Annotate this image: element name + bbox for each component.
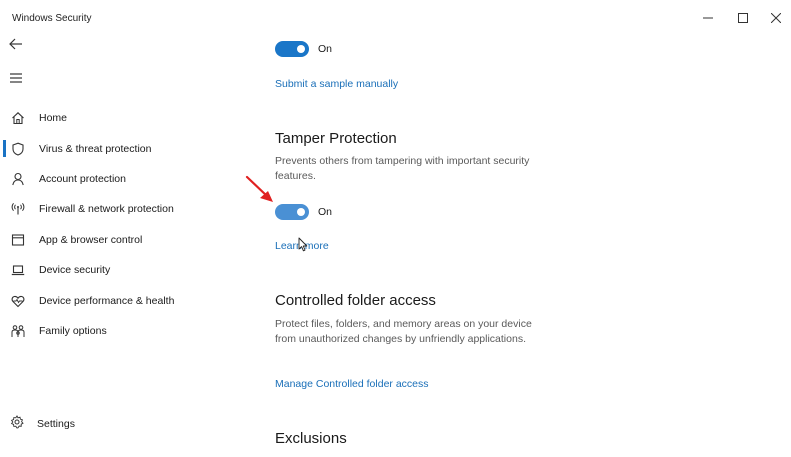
sidebar-item-virus-threat-protection[interactable]: Virus & threat protection bbox=[0, 133, 250, 163]
annotation-arrow bbox=[238, 172, 274, 211]
sidebar-nav: Home Virus & threat protection Account p… bbox=[0, 103, 250, 346]
sidebar-item-account-protection[interactable]: Account protection bbox=[0, 164, 250, 194]
sidebar-item-label: Home bbox=[39, 112, 68, 125]
sidebar-item-firewall[interactable]: Firewall & network protection bbox=[0, 194, 250, 224]
tamper-protection-title: Tamper Protection bbox=[275, 130, 397, 147]
sidebar-item-label: Device performance & health bbox=[39, 294, 175, 307]
main-content: On Submit a sample manually Tamper Prote… bbox=[275, 0, 775, 457]
sidebar-item-label: Device security bbox=[39, 264, 111, 277]
sample-submission-toggle-row: On bbox=[275, 41, 332, 57]
manage-controlled-folder-access-link[interactable]: Manage Controlled folder access bbox=[275, 378, 429, 390]
tamper-protection-toggle-row: On bbox=[275, 204, 332, 220]
laptop-icon bbox=[10, 262, 26, 278]
sidebar-item-settings[interactable]: Settings bbox=[0, 409, 250, 439]
menu-button[interactable] bbox=[8, 70, 28, 90]
toggle-state-label: On bbox=[318, 43, 333, 55]
submit-sample-link[interactable]: Submit a sample manually bbox=[275, 78, 398, 90]
tamper-protection-description: Prevents others from tampering with impo… bbox=[275, 155, 530, 182]
toggle-state-label: On bbox=[318, 206, 333, 218]
shield-icon bbox=[10, 141, 26, 157]
sidebar-item-home[interactable]: Home bbox=[0, 103, 250, 133]
tamper-protection-toggle[interactable] bbox=[275, 204, 309, 220]
family-icon bbox=[10, 323, 26, 339]
sidebar-item-label: Settings bbox=[37, 418, 75, 430]
person-icon bbox=[10, 171, 26, 187]
wifi-antenna-icon bbox=[10, 201, 26, 217]
hamburger-menu-icon bbox=[10, 73, 22, 83]
gear-icon bbox=[10, 414, 24, 434]
back-button[interactable] bbox=[8, 36, 28, 56]
back-arrow-icon bbox=[9, 38, 22, 50]
sidebar-item-label: Virus & threat protection bbox=[39, 142, 152, 155]
exclusions-title: Exclusions bbox=[275, 430, 347, 447]
sidebar-item-label: Firewall & network protection bbox=[39, 203, 174, 216]
sidebar-item-app-browser-control[interactable]: App & browser control bbox=[0, 225, 250, 255]
sidebar-item-device-performance[interactable]: Device performance & health bbox=[0, 285, 250, 315]
sample-submission-toggle[interactable] bbox=[275, 41, 309, 57]
sidebar-item-label: Family options bbox=[39, 324, 107, 337]
home-icon bbox=[10, 110, 26, 126]
controlled-folder-access-description: Protect files, folders, and memory areas… bbox=[275, 318, 532, 345]
heart-pulse-icon bbox=[10, 293, 26, 309]
sidebar-item-label: App & browser control bbox=[39, 233, 143, 246]
controlled-folder-access-title: Controlled folder access bbox=[275, 292, 436, 309]
sidebar-item-device-security[interactable]: Device security bbox=[0, 255, 250, 285]
mouse-cursor-icon bbox=[298, 237, 308, 257]
sidebar-item-family-options[interactable]: Family options bbox=[0, 316, 250, 346]
sidebar-item-label: Account protection bbox=[39, 172, 126, 185]
browser-window-icon bbox=[10, 232, 26, 248]
window-title: Windows Security bbox=[12, 13, 92, 24]
